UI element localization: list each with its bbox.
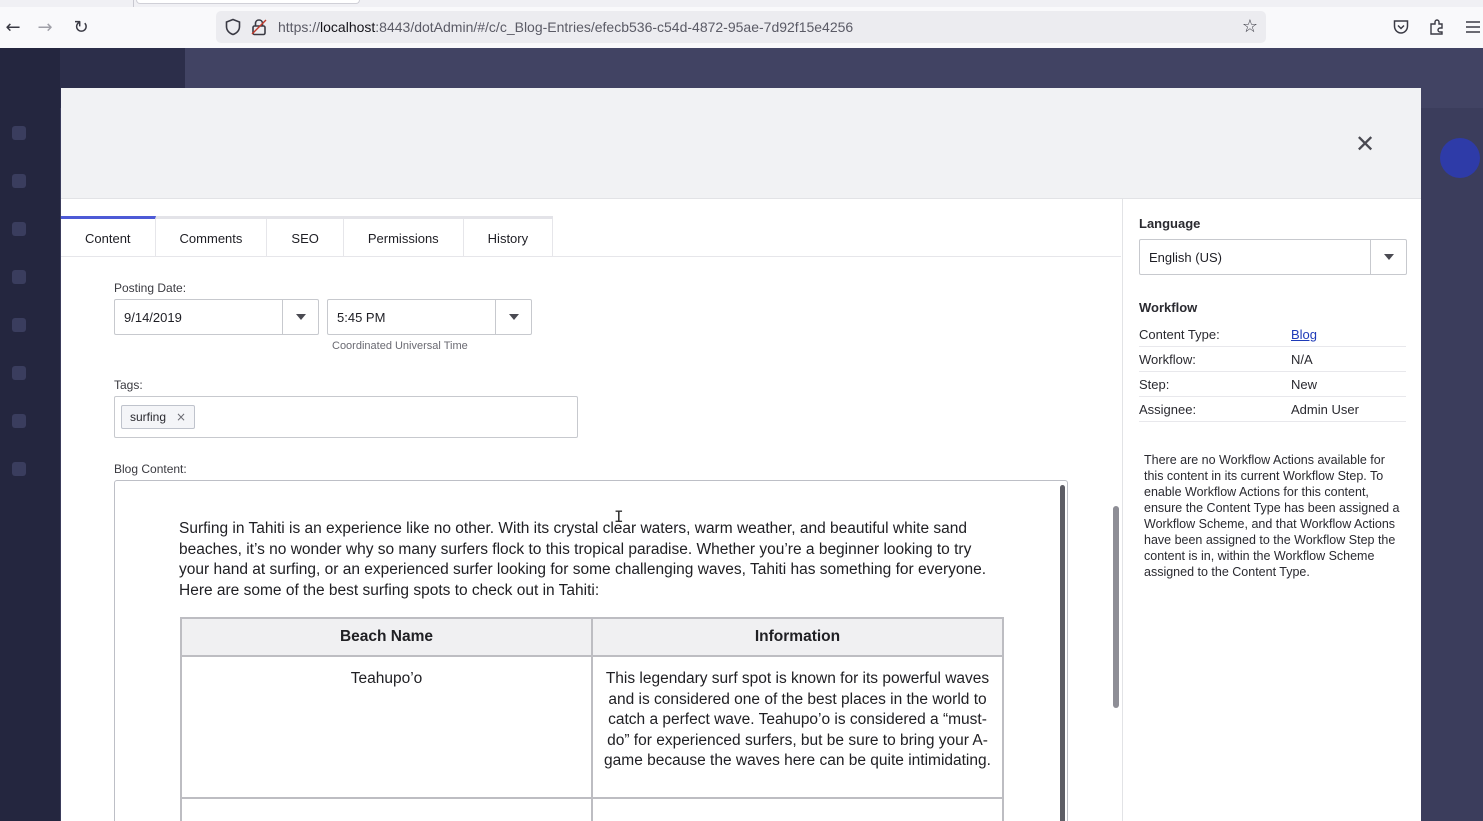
time-dropdown-button[interactable] xyxy=(495,300,531,334)
language-heading: Language xyxy=(1139,216,1201,231)
nav-item-icon xyxy=(12,318,26,332)
table-cell-empty[interactable] xyxy=(591,797,1004,821)
tab-strip xyxy=(0,0,1483,7)
blog-intro-paragraph[interactable]: Surfing in Tahiti is an experience like … xyxy=(179,519,1004,601)
table-cell-empty[interactable] xyxy=(180,797,593,821)
url-text[interactable]: https://localhost:8443/dotAdmin/#/c/c_Bl… xyxy=(278,19,853,35)
workflow-row-step: Step: New xyxy=(1139,372,1406,397)
beach-table: Beach Name Information Teahupo’o This le… xyxy=(180,617,1004,821)
remove-tag-icon[interactable]: × xyxy=(176,410,186,424)
posting-date-picker[interactable]: 9/14/2019 xyxy=(114,299,319,335)
posting-date-value: 9/14/2019 xyxy=(124,310,182,325)
edit-content-dialog: ✕ Content Comments SEO Permissions Histo… xyxy=(61,88,1421,821)
url-scheme: https:// xyxy=(278,19,321,35)
workflow-row-workflow: Workflow: N/A xyxy=(1139,347,1406,372)
sidebar-panel: Language English (US) Workflow Content T… xyxy=(1122,199,1421,821)
workflow-notice: There are no Workflow Actions available … xyxy=(1144,453,1400,579)
chevron-down-icon xyxy=(508,314,519,320)
language-value: English (US) xyxy=(1149,250,1222,265)
url-host: localhost xyxy=(320,19,376,35)
content-tabs: Content Comments SEO Permissions History xyxy=(61,216,554,257)
lock-icon[interactable] xyxy=(250,18,268,36)
table-cell-info[interactable]: This legendary surf spot is known for it… xyxy=(591,655,1004,799)
menu-icon[interactable] xyxy=(1465,19,1481,35)
tag-chip-label: surfing xyxy=(130,410,167,424)
table-row: Teahupo’o This legendary surf spot is kn… xyxy=(180,655,1004,799)
workflow-value: New xyxy=(1291,377,1318,392)
nav-item-icon xyxy=(12,126,26,140)
table-row xyxy=(180,797,1004,821)
workflow-value: N/A xyxy=(1291,352,1313,367)
table-header-beach-name: Beach Name xyxy=(180,617,593,657)
tab-comments[interactable]: Comments xyxy=(155,219,268,257)
tag-chip[interactable]: surfing × xyxy=(121,405,196,429)
browser-toolbar: ← → ↻ https://localhost:8443/dotAdmin/#/… xyxy=(0,0,1483,48)
language-select[interactable]: English (US) xyxy=(1139,239,1407,275)
nav-item-icon xyxy=(12,366,26,380)
table-header-information: Information xyxy=(591,617,1004,657)
posting-time-picker[interactable]: 5:45 PM xyxy=(327,299,532,335)
tabs-divider xyxy=(61,256,1121,257)
nav-item-icon xyxy=(12,270,26,284)
nav-item-icon xyxy=(12,174,26,188)
chevron-down-icon xyxy=(1383,254,1394,260)
tab-seo[interactable]: SEO xyxy=(267,219,344,257)
floating-action-button xyxy=(1440,138,1480,178)
url-path: :8443/dotAdmin/#/c/c_Blog-Entries/efecb5… xyxy=(375,19,854,35)
shield-icon[interactable] xyxy=(224,18,242,36)
workflow-heading: Workflow xyxy=(1139,300,1198,315)
tags-input[interactable]: surfing × xyxy=(114,396,578,438)
reload-icon[interactable]: ↻ xyxy=(68,14,94,40)
extensions-puzzle-icon[interactable] xyxy=(1428,18,1446,36)
nav-item-icon xyxy=(12,414,26,428)
back-arrow-icon[interactable]: ← xyxy=(0,14,26,40)
language-dropdown-button[interactable] xyxy=(1370,240,1406,274)
blog-content-editor[interactable]: Surfing in Tahiti is an experience like … xyxy=(114,480,1068,821)
workflow-row-content-type: Content Type: Blog xyxy=(1139,322,1406,347)
workflow-key: Content Type: xyxy=(1139,327,1220,342)
app-left-nav xyxy=(0,48,60,821)
tab-history[interactable]: History xyxy=(463,219,554,257)
text-cursor-icon: I xyxy=(614,507,624,526)
tab-permissions[interactable]: Permissions xyxy=(343,219,464,257)
table-cell-beach[interactable]: Teahupo’o xyxy=(180,655,593,799)
tab-separator xyxy=(133,0,134,7)
workflow-key: Workflow: xyxy=(1139,352,1196,367)
date-dropdown-button[interactable] xyxy=(282,300,318,334)
chevron-down-icon xyxy=(295,314,306,320)
posting-date-label: Posting Date: xyxy=(114,281,187,295)
content-scrollbar[interactable] xyxy=(1113,506,1119,708)
browser-tab[interactable] xyxy=(136,0,360,4)
nav-item-icon xyxy=(12,462,26,476)
workflow-row-assignee: Assignee: Admin User xyxy=(1139,397,1406,422)
forward-arrow-icon[interactable]: → xyxy=(32,14,58,40)
tags-label: Tags: xyxy=(114,378,143,392)
posting-time-value: 5:45 PM xyxy=(337,310,386,325)
nav-item-icon xyxy=(12,222,26,236)
close-icon[interactable]: ✕ xyxy=(1353,132,1377,156)
dialog-header: ✕ xyxy=(61,88,1421,199)
tab-content[interactable]: Content xyxy=(61,216,156,257)
workflow-key: Assignee: xyxy=(1139,402,1197,417)
bookmark-star-icon[interactable]: ☆ xyxy=(1242,16,1258,37)
blog-content-label: Blog Content: xyxy=(114,462,187,476)
workflow-key: Step: xyxy=(1139,377,1170,392)
content-type-link[interactable]: Blog xyxy=(1291,327,1317,342)
timezone-hint: Coordinated Universal Time xyxy=(332,340,468,352)
workflow-value: Admin User xyxy=(1291,402,1359,417)
pocket-icon[interactable] xyxy=(1392,18,1410,36)
address-bar[interactable]: https://localhost:8443/dotAdmin/#/c/c_Bl… xyxy=(216,11,1266,43)
editor-scrollbar[interactable] xyxy=(1060,485,1065,821)
